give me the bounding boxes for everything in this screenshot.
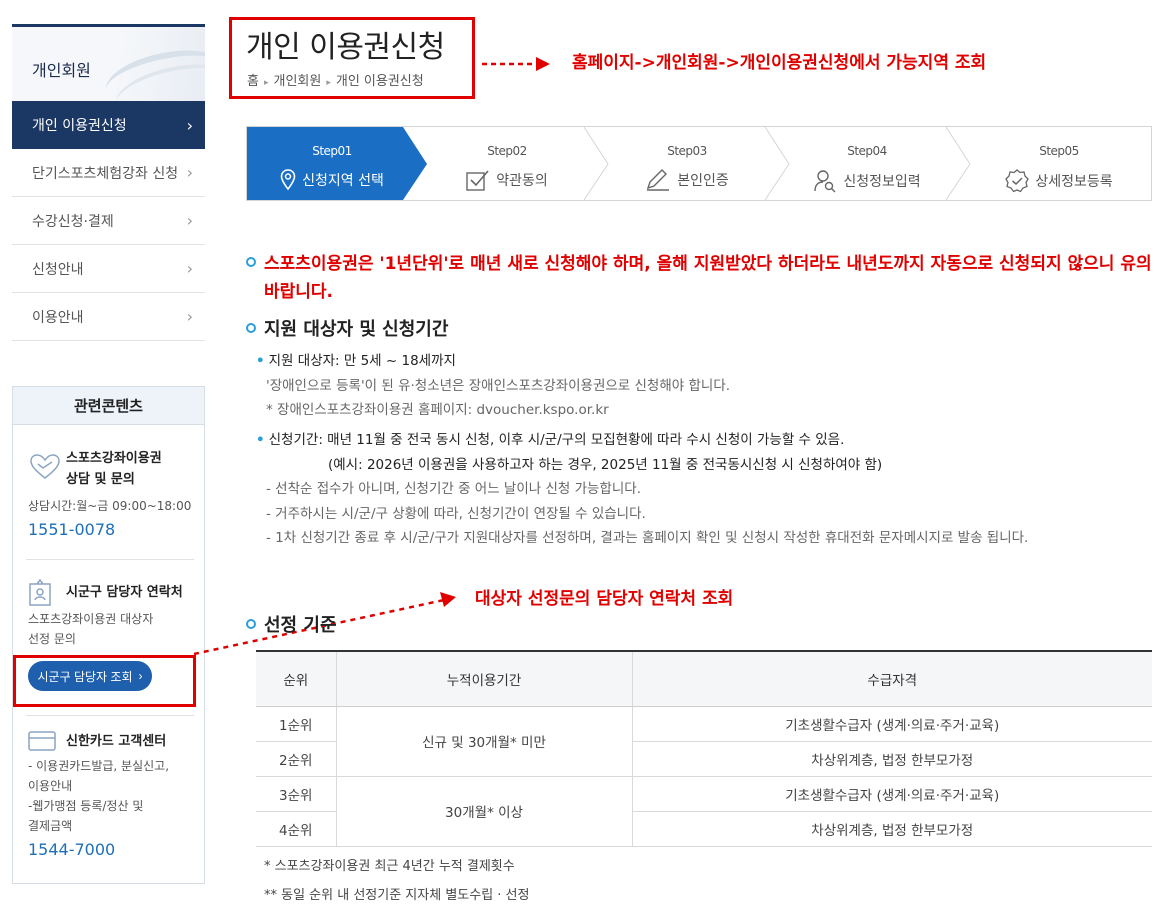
sidebar-item-short-term-sports[interactable]: 단기스포츠체험강좌 신청 › (12, 149, 205, 197)
consult-phone: 1551-0078 (28, 520, 116, 539)
sidebar-item-label: 수강신청·결제 (32, 213, 114, 230)
bullet-circle-icon (246, 257, 256, 267)
step-indicator: Step01 신청지역 선택 Step02 약관동의 Step03 본인인증 S… (246, 126, 1152, 201)
sidebar-item-label: 이용안내 (32, 309, 84, 326)
table-header: 수급자격 (631, 650, 1152, 707)
step-05: Step05 상세정보등록 (969, 127, 1149, 200)
card-center-title: 신한카드 고객센터 (66, 734, 167, 749)
chevron-right-icon: › (186, 211, 193, 230)
chevron-right-icon: › (186, 163, 193, 182)
bullet-dot-icon: • (256, 353, 265, 369)
sidebar-item-usage-guide[interactable]: 이용안내 › (12, 293, 205, 341)
footnote-2: ** 동일 순위 내 선정기준 지자체 별도수립 · 선정 (264, 888, 530, 903)
footnote-1: * 스포츠강좌이용권 최근 4년간 누적 결제횟수 (264, 859, 515, 874)
step-label-text: 약관동의 (496, 173, 548, 189)
chevron-right-icon: › (138, 669, 143, 683)
pen-icon (647, 169, 670, 191)
step-03: Step03 본인인증 (607, 127, 767, 200)
consult-hours: 상담시간:월~금 09:00~18:00 (28, 499, 192, 513)
sidebar-item-application-guide[interactable]: 신청안내 › (12, 245, 205, 293)
table-row: 1순위 신규 및 30개월* 미만 기초생활수급자 (생계·의료·주거·교육) (256, 706, 1152, 777)
sidebar-item-enrollment-payment[interactable]: 수강신청·결제 › (12, 197, 205, 245)
sidebar-title: 개인회원 (32, 61, 91, 80)
sidebar-item-label: 개인 이용권신청 (32, 118, 127, 134)
breadcrumb-personal-member[interactable]: 개인회원 (274, 74, 322, 89)
section-title-eligibility: 지원 대상자 및 신청기간 (246, 315, 448, 341)
checkbox-icon (466, 170, 489, 191)
sigungu-contact-lookup-button[interactable]: 시군구 담당자 조회 › (28, 661, 152, 691)
card-center-info: - 이용권카드발급, 분실신고, 이용안내 -웹가맹점 등록/정산 및 결제금액… (28, 756, 196, 859)
step-01: Step01 신청지역 선택 (247, 127, 417, 200)
bullet-circle-icon (246, 619, 256, 629)
sidebar-menu: 개인 이용권신청 › 단기스포츠체험강좌 신청 › 수강신청·결제 › 신청안내 › 이… (12, 101, 205, 341)
section-title-criteria: 선정 기준 (246, 611, 337, 637)
chevron-right-icon: › (186, 115, 193, 135)
location-pin-icon (280, 169, 296, 191)
table-row: 3순위 30개월* 이상 기초생활수급자 (생계·의료·주거·교육) (256, 776, 1152, 847)
chevron-right-icon: › (186, 307, 193, 326)
annotation-top: 홈페이지->개인회원->개인이용권신청에서 가능지역 조회 (572, 53, 987, 73)
step-label-text: 상세정보등록 (1035, 174, 1113, 190)
annotation-arrow-icon (482, 57, 550, 71)
table-cell-rank: 2순위 (256, 741, 336, 777)
table-header: 누적이용기간 (335, 650, 632, 707)
annotation-middle: 대상자 선정문의 담당자 연락처 조회 (475, 589, 734, 609)
step-label-text: 신청지역 선택 (302, 173, 384, 189)
heart-hands-icon (30, 454, 60, 479)
page-title: 개인 이용권신청 (246, 30, 445, 65)
consult-info: 상담시간:월~금 09:00~18:00 1551-0078 (28, 496, 196, 539)
bullet-dot-icon: • (256, 432, 265, 448)
sidebar-item-personal-voucher[interactable]: 개인 이용권신청 › (12, 101, 205, 149)
user-search-icon (814, 170, 836, 193)
table-cell-qualification: 기초생활수급자 (생계·의료·주거·교육) (631, 706, 1152, 742)
application-period-details: • 신청기간: 매년 11월 중 전국 동시 신청, 이후 시/군/구의 모집현황… (256, 428, 1028, 551)
table-cell-qualification: 차상위계층, 법정 한부모가정 (631, 741, 1152, 777)
contact-card-icon (29, 579, 51, 606)
sidebar-header: 개인회원 (12, 24, 205, 101)
application-period: • 신청기간: 매년 11월 중 전국 동시 신청, 이후 시/군/구의 모집현황… (256, 432, 845, 448)
check-circle-icon (1005, 169, 1030, 193)
breadcrumb-separator-icon: ▸ (326, 78, 331, 88)
step-04: Step04 신청정보입력 (787, 127, 947, 200)
sidebar-item-label: 신청안내 (32, 261, 84, 278)
table-cell-rank: 3순위 (256, 776, 336, 812)
related-contents-title: 관련콘텐츠 (13, 387, 204, 425)
notice-yearly-application: 스포츠이용권은 '1년단위'로 매년 새로 신청해야 하며, 올해 지원받았다 … (246, 250, 1156, 306)
table-cell-qualification: 차상위계층, 법정 한부모가정 (631, 811, 1152, 847)
bullet-circle-icon (246, 323, 256, 333)
table-header: 순위 (256, 650, 336, 707)
step-separator-icon (945, 127, 971, 200)
breadcrumb-current: 개인 이용권신청 (335, 74, 424, 89)
eligibility-details: • 지원 대상자: 만 5세 ~ 18세까지 '장애인으로 등록'이 된 유·청소… (256, 349, 730, 423)
credit-card-icon (28, 731, 56, 751)
table-header-row: 순위 누적이용기간 수급자격 (256, 650, 1152, 707)
table-cell-rank: 4순위 (256, 811, 336, 847)
sidebar: 개인회원 개인 이용권신청 › 단기스포츠체험강좌 신청 › 수강신청·결제 › 신청… (12, 24, 205, 341)
selection-criteria-table: 순위 누적이용기간 수급자격 1순위 신규 및 30개월* 미만 기초생활수급자… (256, 650, 1152, 847)
breadcrumb: 홈 ▸ 개인회원 ▸ 개인 이용권신청 (247, 70, 424, 89)
table-cell-qualification: 기초생활수급자 (생계·의료·주거·교육) (631, 776, 1152, 812)
table-cell-period: 신규 및 30개월* 미만 (335, 706, 632, 777)
breadcrumb-home[interactable]: 홈 (247, 74, 259, 89)
table-cell-period: 30개월* 이상 (335, 776, 632, 847)
eligibility-target: • 지원 대상자: 만 5세 ~ 18세까지 (256, 353, 456, 369)
sigungu-desc: 스포츠강좌이용권 대상자 선정 문의 (28, 612, 154, 646)
sidebar-item-label: 단기스포츠체험강좌 신청 (32, 165, 179, 182)
card-center-phone: 1544-7000 (28, 840, 116, 859)
consult-title: 스포츠강좌이용권 상담 및 문의 (66, 451, 162, 487)
breadcrumb-separator-icon: ▸ (263, 78, 269, 88)
step-02: Step02 약관동의 (427, 127, 587, 200)
chevron-right-icon: › (186, 259, 193, 278)
table-cell-rank: 1순위 (256, 706, 336, 742)
step-label-text: 신청정보입력 (843, 174, 921, 190)
step-label-text: 본인인증 (677, 173, 729, 189)
